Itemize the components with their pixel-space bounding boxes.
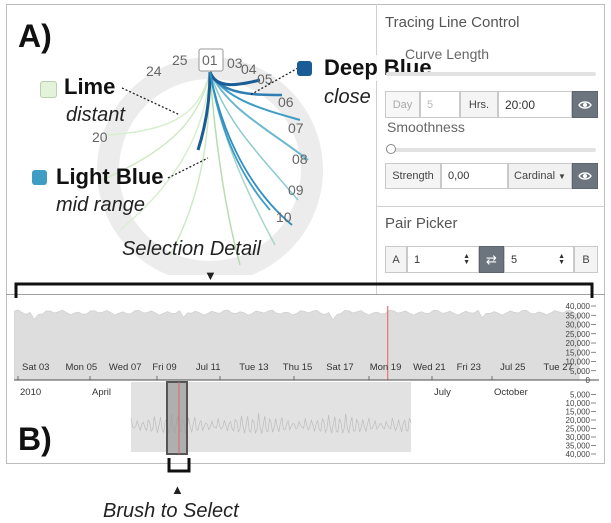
interpolation-value: Cardinal	[514, 170, 556, 182]
deep-blue-subtitle: close	[320, 86, 375, 109]
brush-to-select-caption: Brush to Select	[103, 500, 239, 522]
deep-blue-swatch	[297, 61, 312, 76]
x-tick-label: Thu 15	[283, 362, 313, 373]
y-tick-label: 25,000	[566, 330, 591, 339]
day-input[interactable]: 5	[420, 91, 460, 118]
lime-title: Lime	[64, 74, 116, 99]
tracing-curve	[169, 71, 211, 256]
light-blue-subtitle: mid range	[56, 194, 145, 216]
selection-bracket	[14, 282, 594, 298]
smoothness-label: Smoothness	[387, 119, 465, 135]
x-tick-label: Sat 03	[22, 362, 49, 373]
day-button[interactable]: Day	[385, 91, 420, 118]
overview-chart[interactable]: 2010AprilJulyOctober2011AprilJulyOctober…	[14, 376, 599, 462]
swap-pair-button[interactable]: ⇄	[479, 246, 504, 273]
hour-label: 01	[202, 52, 218, 68]
x-tick-label: Mon 05	[65, 362, 97, 373]
triangle-up-icon: ▲	[171, 482, 184, 497]
caret-down-icon: ▼	[558, 171, 566, 181]
hour-label: 05	[257, 71, 273, 87]
hour-label: 06	[278, 94, 294, 110]
x-tick-label: Jul 25	[500, 362, 525, 373]
tracing-curve	[209, 71, 241, 266]
x-tick-label: July	[434, 387, 451, 398]
curve-length-slider[interactable]	[386, 72, 596, 76]
light-blue-swatch	[32, 170, 47, 185]
y-tick-label: 15,000	[566, 348, 591, 357]
smoothness-slider-handle[interactable]	[386, 144, 396, 154]
y-tick-label: 40,000	[566, 450, 591, 459]
pair-a-select[interactable]: 1 ▲ ▼	[407, 246, 479, 273]
updown-icon: ▲ ▼	[463, 252, 470, 266]
eye-icon	[578, 100, 592, 109]
panel-divider	[376, 206, 605, 207]
x-tick-label: Fri 23	[457, 362, 481, 373]
x-tick-label: Sat 17	[326, 362, 353, 373]
x-tick-label: Jul 11	[196, 362, 221, 373]
x-tick-label: April	[92, 387, 111, 398]
hour-label: 25	[172, 52, 188, 68]
x-tick-label: Tue 13	[239, 362, 268, 373]
y-tick-label: 20,000	[566, 339, 591, 348]
hour-label: 10	[276, 209, 292, 225]
x-tick-label: Wed 21	[413, 362, 446, 373]
y-tick-label: 35,000	[566, 311, 591, 320]
y-tick-label: 40,000	[566, 302, 591, 311]
detail-chart[interactable]: Sat 03 Mon 05 Wed 07 Fri 09 Jul 11 Tue 13 Thu …	[14, 300, 599, 385]
pair-picker-title: Pair Picker	[385, 215, 458, 232]
strength-button[interactable]: Strength	[385, 163, 441, 189]
detail-y-axis: 40,00035,00030,00025,00020,00015,00010,0…	[566, 302, 596, 385]
x-tick-label: Wed 07	[109, 362, 142, 373]
selection-detail-caption: Selection Detail	[122, 238, 261, 260]
x-tick-label: 2010	[20, 387, 41, 398]
updown-icon: ▲ ▼	[558, 252, 565, 266]
light-blue-title: Light Blue	[56, 164, 164, 189]
brush-selection[interactable]	[166, 381, 188, 455]
triangle-down-icon: ▼	[204, 268, 217, 283]
interpolation-dropdown[interactable]: Cardinal ▼	[508, 163, 572, 189]
pair-b-value: 5	[511, 253, 518, 266]
pair-b-select[interactable]: 5 ▲ ▼	[504, 246, 574, 273]
y-tick-label: 5,000	[570, 367, 591, 376]
hour-label: 07	[288, 120, 304, 136]
hour-label: 04	[241, 61, 257, 77]
hour-label: 24	[146, 63, 162, 79]
panel-a-label: A)	[18, 18, 52, 54]
overview-y-axis: 5,00010,00015,00020,00025,00030,00035,00…	[566, 391, 596, 459]
hour-label: 09	[288, 182, 304, 198]
x-tick-label: Fri 09	[152, 362, 176, 373]
eye-icon	[578, 172, 592, 180]
x-tick-label: October	[494, 387, 528, 398]
panel-b-label: B)	[18, 421, 52, 457]
lime-subtitle: distant	[66, 104, 125, 126]
y-tick-label: 10,000	[566, 358, 591, 367]
swap-icon: ⇄	[486, 252, 497, 267]
hrs-button[interactable]: Hrs.	[460, 91, 498, 118]
time-input[interactable]: 20:00	[498, 91, 572, 118]
x-tick-label: Mon 19	[370, 362, 402, 373]
y-tick-label: 30,000	[566, 321, 591, 330]
brush-bracket	[167, 458, 191, 473]
pair-a-label: A	[385, 246, 407, 273]
lime-swatch	[40, 81, 57, 98]
strength-input[interactable]: 0,00	[441, 163, 508, 189]
hour-label: 08	[292, 151, 308, 167]
toggle-visibility-button[interactable]	[572, 91, 598, 118]
smoothness-slider[interactable]	[386, 144, 598, 156]
tracing-control-title: Tracing Line Control	[385, 14, 520, 31]
pair-a-value: 1	[414, 253, 421, 266]
curve-length-label: Curve Length	[405, 46, 490, 62]
pair-b-label: B	[574, 246, 598, 273]
hour-label: 20	[92, 129, 108, 145]
toggle-visibility-button[interactable]	[572, 163, 598, 189]
